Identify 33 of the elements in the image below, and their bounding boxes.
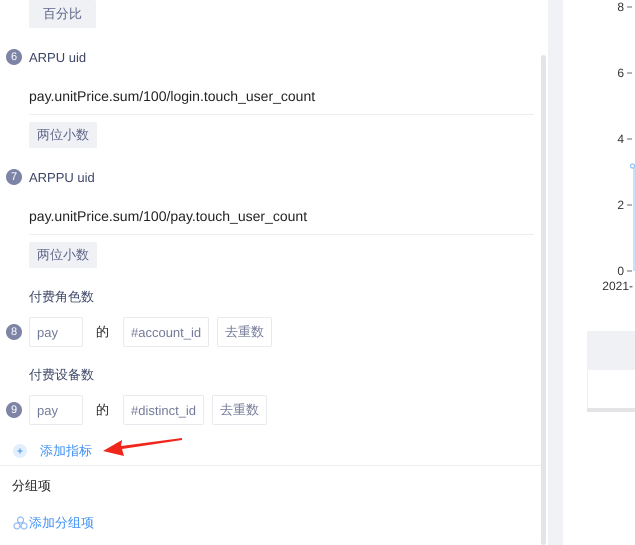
index-badge: 8 [6, 324, 22, 340]
index-badge: 7 [6, 169, 22, 185]
connector-text: 的 [96, 323, 109, 341]
metric-name: ARPPU uid [29, 170, 95, 184]
y-tick: 2 [617, 198, 632, 212]
y-tick: 6 [617, 66, 632, 80]
event-select[interactable]: pay [29, 395, 83, 425]
property-select[interactable]: #distinct_id [123, 395, 204, 425]
connector-text: 的 [96, 401, 109, 419]
format-tag[interactable]: 两位小数 [29, 122, 97, 148]
x-tick-label: 2021- [602, 279, 633, 293]
index-badge: 6 [6, 49, 22, 65]
section-title: 分组项 [11, 477, 52, 495]
y-tick: 4 [617, 132, 632, 146]
index-badge: 9 [6, 402, 22, 418]
property-select[interactable]: #account_id [123, 317, 210, 347]
event-select[interactable]: pay [29, 317, 83, 347]
add-metric-link[interactable]: 添加指标 [40, 442, 92, 460]
format-tag[interactable]: 百分比 [29, 0, 96, 28]
metric-name: 付费设备数 [29, 366, 94, 384]
aggregate-select[interactable]: 去重数 [212, 395, 268, 425]
format-tag[interactable]: 两位小数 [29, 242, 97, 268]
add-group-link[interactable]: 添加分组项 [29, 514, 94, 532]
y-tick: 8 [617, 0, 632, 14]
y-tick: 0 [617, 264, 632, 278]
plus-icon[interactable] [13, 444, 27, 458]
formula-text[interactable]: pay.unitPrice.sum/100/pay.touch_user_count [29, 197, 534, 235]
metric-name: 付费角色数 [29, 288, 94, 306]
formula-text[interactable]: pay.unitPrice.sum/100/login.touch_user_count [29, 77, 534, 115]
scrollbar[interactable] [541, 55, 546, 545]
metric-name: ARPU uid [29, 50, 86, 64]
circles-icon[interactable] [13, 516, 28, 530]
aggregate-select[interactable]: 去重数 [217, 317, 272, 347]
